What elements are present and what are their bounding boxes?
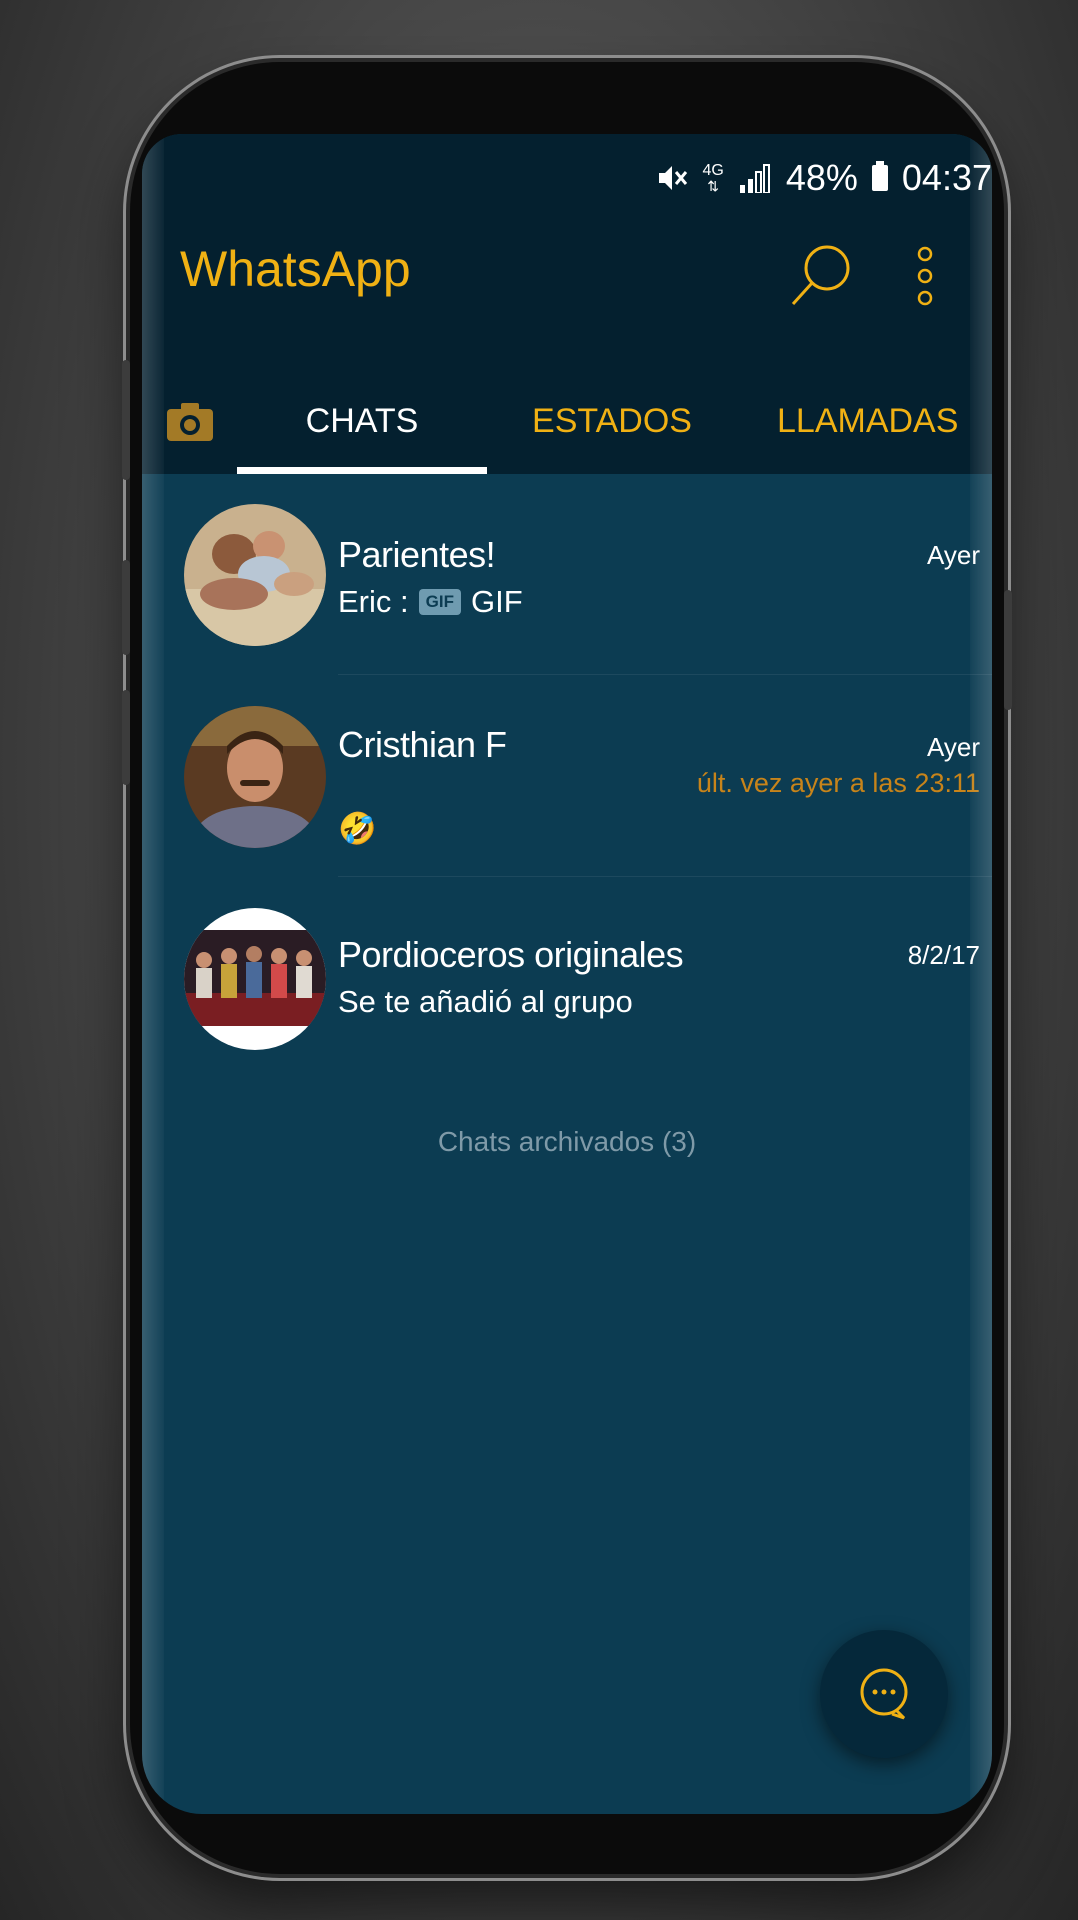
battery-percent: 48% [785, 157, 858, 198]
battery-icon [871, 161, 888, 191]
divider [338, 674, 992, 675]
avatar[interactable] [184, 908, 326, 1050]
message-text: Se te añadió al grupo [338, 984, 633, 1019]
phone-side-button [122, 360, 130, 480]
screen-edge-highlight [142, 134, 164, 1814]
network-4g-icon: 4G ⇅ [702, 162, 724, 194]
signal-icon [738, 163, 772, 193]
phone-side-button [122, 690, 130, 785]
tab-selected-indicator [237, 467, 487, 474]
app-title: WhatsApp [180, 241, 411, 297]
chat-row-cristhian[interactable]: Cristhian F Ayer últ. vez ayer a las 23:… [142, 676, 992, 878]
chat-last-message: Eric : GIF GIF [338, 584, 523, 620]
tab-estados[interactable]: ESTADOS [487, 369, 737, 474]
overflow-menu-button[interactable] [910, 244, 940, 308]
mute-icon [655, 161, 689, 195]
chat-last-message: Se te añadió al grupo [338, 984, 633, 1020]
message-text: GIF [470, 584, 523, 619]
network-type: 4G [702, 162, 724, 179]
new-chat-icon [860, 1668, 908, 1720]
archived-chats-link[interactable]: Chats archivados (3) [142, 1126, 992, 1158]
last-seen-text: últ. vez ayer a las 23:11 [696, 768, 980, 798]
tab-camera[interactable] [164, 369, 216, 474]
tab-bar: CHATS ESTADOS LLAMADAS [142, 369, 992, 474]
search-icon [791, 245, 850, 306]
tab-chats[interactable]: CHATS [237, 369, 487, 474]
divider [338, 876, 992, 877]
phone-side-button [122, 560, 130, 655]
phone-power-button [1004, 590, 1012, 710]
camera-icon [167, 402, 213, 441]
chat-name: Cristhian F [338, 724, 507, 765]
avatar[interactable] [184, 706, 326, 848]
new-chat-button[interactable] [820, 1630, 948, 1758]
message-sender: Eric : [338, 584, 409, 619]
search-button[interactable] [787, 240, 857, 310]
chat-row-parientes[interactable]: Parientes! Ayer Eric : GIF GIF [142, 474, 992, 676]
chat-name: Pordioceros originales [338, 934, 684, 975]
screen-edge-highlight [970, 134, 992, 1814]
avatar[interactable] [184, 504, 326, 646]
overflow-menu-icon [917, 246, 933, 306]
chat-name: Parientes! [338, 534, 496, 575]
app-screen: 4G ⇅ 48% 04:37 WhatsApp CHATS ESTADOS LL… [142, 134, 992, 1814]
gif-badge: GIF [418, 589, 461, 615]
chat-last-message: 🤣 [338, 810, 377, 847]
status-bar: 4G ⇅ 48% 04:37 [655, 148, 992, 208]
data-arrows: ⇅ [707, 178, 720, 194]
emoji-message: 🤣 [338, 811, 377, 846]
tab-llamadas[interactable]: LLAMADAS [737, 369, 992, 474]
chat-row-pordioceros[interactable]: Pordioceros originales 8/2/17 Se te añad… [142, 878, 992, 1078]
